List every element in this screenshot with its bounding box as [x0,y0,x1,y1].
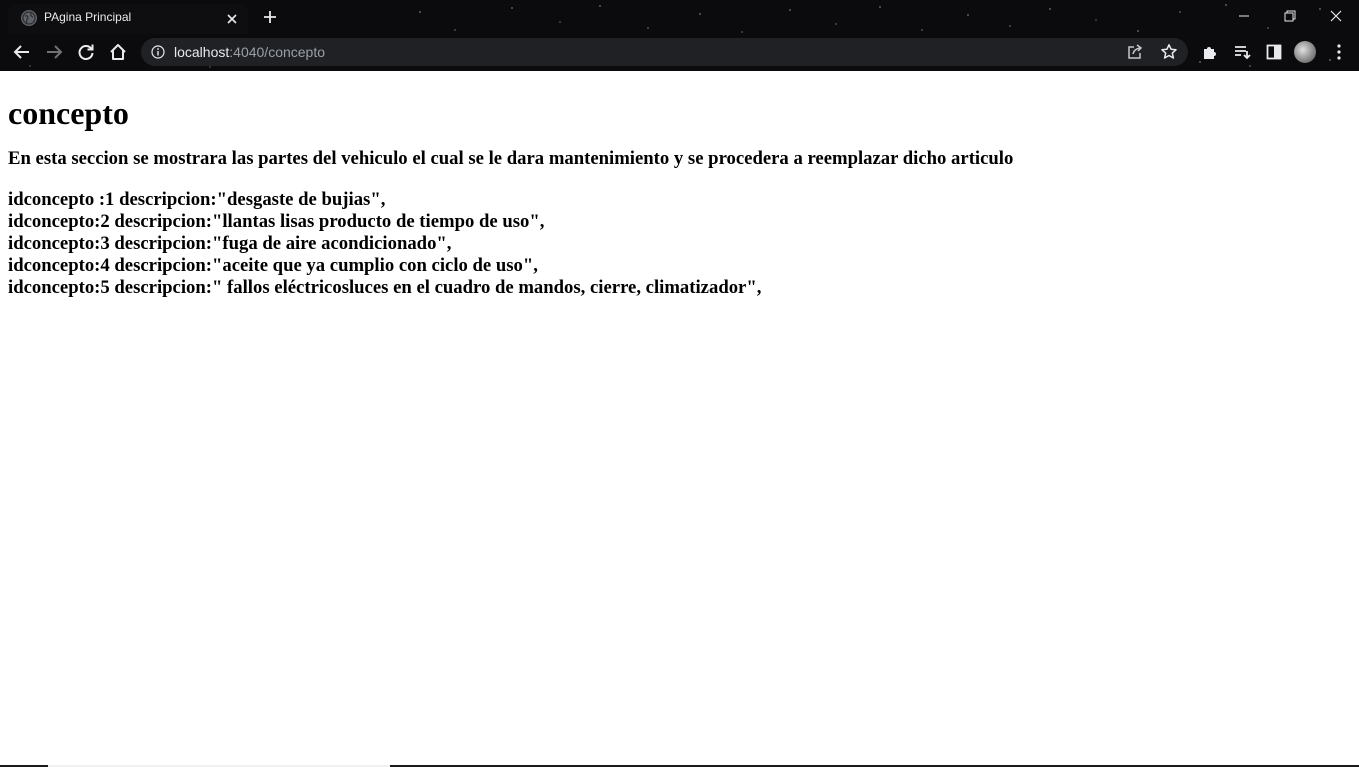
close-icon[interactable] [222,9,242,29]
arrow-left-icon[interactable] [8,38,36,66]
globe-icon [21,10,37,26]
url-text[interactable]: localhost:4040/concepto [174,44,325,60]
avatar-icon[interactable] [1294,41,1316,63]
record-line: idconcepto:3 descripcion:"fuga de aire a… [8,233,452,254]
share-icon[interactable] [1126,43,1144,61]
page-subtitle: En esta seccion se mostrara las partes d… [8,148,1014,169]
url-host: localhost [174,44,230,60]
tab-title: PAgina Principal [44,10,132,24]
record-line: idconcepto:5 descripcion:" fallos eléctr… [8,277,762,298]
playlist-icon[interactable] [1228,38,1256,66]
records-list: idconcepto :1 descripcion:"desgaste de b… [8,189,1348,299]
record-line: idconcepto:4 descripcion:"aceite que ya … [8,255,538,276]
browser-chrome: PAgina Principal localhost:4040/concepto [0,0,1359,71]
browser-tab[interactable]: PAgina Principal [8,4,248,34]
home-icon[interactable] [104,38,132,66]
kebab-menu-icon[interactable] [1325,38,1353,66]
close-window-icon[interactable] [1313,2,1359,30]
star-icon[interactable] [1160,43,1178,61]
info-icon[interactable] [150,44,166,60]
address-bar[interactable]: localhost:4040/concepto [141,38,1188,66]
record-line: idconcepto :1 descripcion:"desgaste de b… [8,189,386,210]
page-title: concepto [8,95,129,131]
puzzle-icon[interactable] [1196,38,1224,66]
record-line: idconcepto:2 descripcion:"llantas lisas … [8,211,545,232]
reload-icon[interactable] [72,38,100,66]
page-content: concepto En esta seccion se mostrara las… [8,71,1348,299]
minimize-icon[interactable] [1221,2,1267,30]
arrow-right-icon[interactable] [40,38,68,66]
plus-icon[interactable] [258,6,282,28]
restore-icon[interactable] [1267,2,1313,30]
url-path: :4040/concepto [229,44,326,60]
side-panel-icon[interactable] [1260,38,1288,66]
